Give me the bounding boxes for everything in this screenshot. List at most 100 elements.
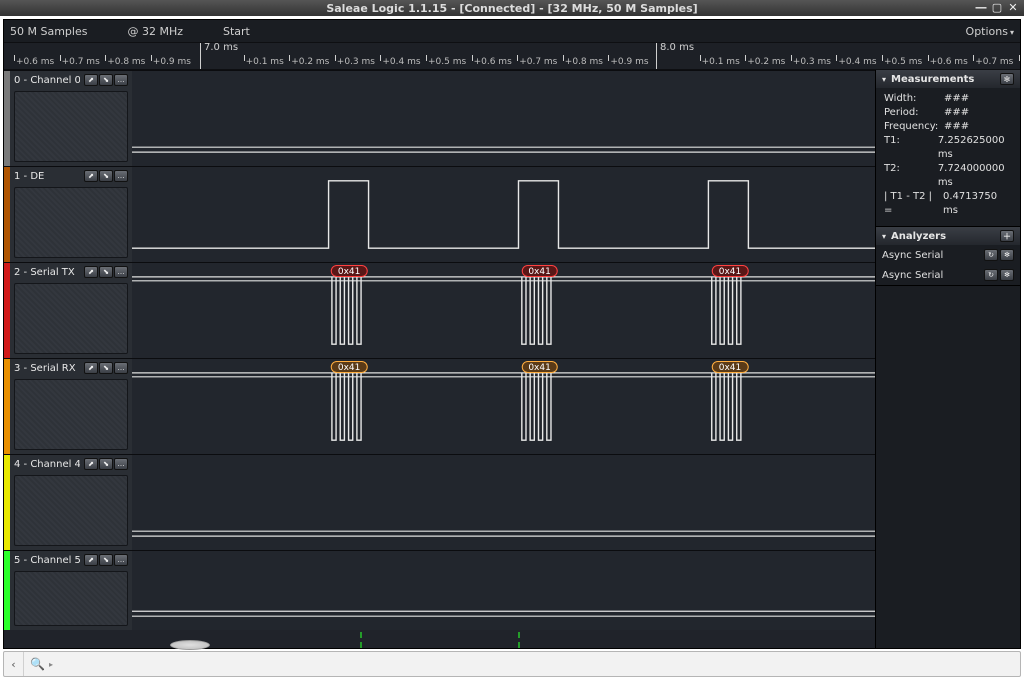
minimize-icon[interactable]: ― — [974, 1, 988, 13]
analyzer-item[interactable]: Async Serial↻✻ — [876, 265, 1020, 285]
sample-rate[interactable]: @ 32 MHz — [127, 25, 183, 38]
trig-falling-icon[interactable]: ⬊ — [99, 266, 113, 278]
ruler-minor: +0.7 ms — [975, 57, 1013, 67]
channel-menu-icon[interactable]: … — [114, 554, 128, 566]
gear-icon[interactable]: ✻ — [1000, 249, 1014, 261]
channel-drop-area[interactable] — [14, 475, 128, 546]
back-icon[interactable]: ‹ — [4, 652, 24, 676]
measurement-value: 7.252625000 ms — [938, 134, 1014, 162]
ruler-minor: +0.4 ms — [382, 57, 420, 67]
trig-falling-icon[interactable]: ⬊ — [99, 362, 113, 374]
decoded-byte[interactable]: 0x41 — [331, 265, 368, 277]
channel-header[interactable]: 4 - Channel 4⬈⬊… — [4, 455, 132, 550]
trig-rising-icon[interactable]: ⬈ — [84, 458, 98, 470]
measurement-row: T1:7.252625000 ms — [884, 134, 1014, 162]
sample-count[interactable]: 50 M Samples — [10, 25, 87, 38]
waveform-column[interactable]: 0 - Channel 0⬈⬊…1 - DE⬈⬊…2 - Serial TX⬈⬊… — [4, 70, 875, 648]
analyzers-header[interactable]: ▾ Analyzers ＋ — [876, 227, 1020, 245]
measurement-key: Frequency: — [884, 120, 944, 134]
waveform-area[interactable]: 0x41 0x41 0x41 — [132, 359, 875, 454]
channel-color — [4, 551, 10, 630]
waveform-area[interactable] — [132, 551, 875, 630]
channel-drop-area[interactable] — [14, 379, 128, 450]
measurement-key: | T1 - T2 | = — [884, 190, 943, 218]
search-icon: 🔍 — [30, 657, 45, 671]
maximize-icon[interactable]: ▢ — [990, 1, 1004, 13]
app-inner: 50 M Samples @ 32 MHz Start Options +0.6… — [3, 19, 1021, 649]
channel-color — [4, 71, 10, 166]
measurement-row: Frequency:### — [884, 120, 1014, 134]
channel-drop-area[interactable] — [14, 187, 128, 258]
decoded-byte[interactable]: 0x41 — [712, 361, 749, 373]
decoded-byte[interactable]: 0x41 — [712, 265, 749, 277]
collapse-icon: ▾ — [882, 232, 886, 241]
channel-color — [4, 263, 10, 358]
analyzer-reload-icon[interactable]: ↻ — [984, 249, 998, 261]
decoded-byte[interactable]: 0x41 — [521, 265, 558, 277]
scrollbar-thumb[interactable] — [170, 640, 210, 650]
channel-drop-area[interactable] — [14, 283, 128, 354]
ruler-minor: +0.5 ms — [884, 57, 922, 67]
analyzers-panel: ▾ Analyzers ＋ Async Serial↻✻Async Serial… — [876, 227, 1020, 286]
trig-falling-icon[interactable]: ⬊ — [99, 458, 113, 470]
channel-header[interactable]: 2 - Serial TX⬈⬊… — [4, 263, 132, 358]
channel-header[interactable]: 3 - Serial RX ⬈⬊… — [4, 359, 132, 454]
gear-icon[interactable]: ✻ — [1000, 73, 1014, 85]
ruler-minor: +0.3 ms — [337, 57, 375, 67]
channel-label: 1 - DE — [14, 171, 80, 182]
channel-header[interactable]: 5 - Channel 5⬈⬊… — [4, 551, 132, 630]
waveform-area[interactable] — [132, 71, 875, 166]
trig-rising-icon[interactable]: ⬈ — [84, 362, 98, 374]
window-title: Saleae Logic 1.1.15 - [Connected] - [32 … — [326, 2, 697, 15]
ruler-minor: +0.9 ms — [610, 57, 648, 67]
channel-header[interactable]: 1 - DE ⬈⬊… — [4, 167, 132, 262]
trig-rising-icon[interactable]: ⬈ — [84, 554, 98, 566]
ruler-minor: +0.8 ms — [107, 57, 145, 67]
analyzer-item[interactable]: Async Serial↻✻ — [876, 245, 1020, 265]
decoded-byte[interactable]: 0x41 — [521, 361, 558, 373]
ruler-minor: +0.1 ms — [246, 57, 284, 67]
channel-menu-icon[interactable]: … — [114, 170, 128, 182]
gear-icon[interactable]: ✻ — [1000, 269, 1014, 281]
start-button[interactable]: Start — [223, 25, 250, 38]
channel-row: 4 - Channel 4⬈⬊… — [4, 454, 875, 550]
trig-falling-icon[interactable]: ⬊ — [99, 554, 113, 566]
channel-drop-area[interactable] — [14, 91, 128, 162]
channel-label: 0 - Channel 0 — [14, 75, 80, 86]
waveform-area[interactable]: 0x41 0x41 0x41 — [132, 263, 875, 358]
channel-label: 3 - Serial RX — [14, 363, 80, 374]
ruler-minor: +0.7 ms — [62, 57, 100, 67]
measurement-row: Width:### — [884, 92, 1014, 106]
waveform-area[interactable] — [132, 167, 875, 262]
trig-falling-icon[interactable]: ⬊ — [99, 74, 113, 86]
collapse-icon: ▾ — [882, 75, 886, 84]
trig-rising-icon[interactable]: ⬈ — [84, 266, 98, 278]
channel-row: 1 - DE ⬈⬊… — [4, 166, 875, 262]
options-menu[interactable]: Options — [966, 25, 1014, 38]
close-icon[interactable]: ✕ — [1006, 1, 1020, 13]
search-input[interactable]: 🔍 ▸ — [24, 652, 1020, 676]
channel-header[interactable]: 0 - Channel 0 ⬈⬊… — [4, 71, 132, 166]
measurement-value: ### — [944, 120, 969, 134]
decoded-byte[interactable]: 0x41 — [331, 361, 368, 373]
measurements-header[interactable]: ▾ Measurements ✻ — [876, 70, 1020, 88]
analyzers-body: Async Serial↻✻Async Serial↻✻ — [876, 245, 1020, 285]
measurement-row: Period:### — [884, 106, 1014, 120]
waveform-area[interactable] — [132, 455, 875, 550]
channel-menu-icon[interactable]: … — [114, 74, 128, 86]
ruler-minor: +0.5 ms — [428, 57, 466, 67]
ruler-minor: +0.6 ms — [16, 57, 54, 67]
channel-menu-icon[interactable]: … — [114, 362, 128, 374]
trig-rising-icon[interactable]: ⬈ — [84, 170, 98, 182]
measurements-title: Measurements — [891, 74, 974, 85]
channel-menu-icon[interactable]: … — [114, 266, 128, 278]
trig-rising-icon[interactable]: ⬈ — [84, 74, 98, 86]
channel-menu-icon[interactable]: … — [114, 458, 128, 470]
ruler-minor: +0.8 ms — [565, 57, 603, 67]
channel-drop-area[interactable] — [14, 571, 128, 626]
trig-falling-icon[interactable]: ⬊ — [99, 170, 113, 182]
analyzer-reload-icon[interactable]: ↻ — [984, 269, 998, 281]
ruler-minor: +0.6 ms — [930, 57, 968, 67]
add-analyzer-icon[interactable]: ＋ — [1000, 230, 1014, 242]
time-ruler[interactable]: +0.6 ms+0.7 ms+0.8 ms+0.9 ms7.0 ms+0.1 m… — [4, 42, 1020, 70]
